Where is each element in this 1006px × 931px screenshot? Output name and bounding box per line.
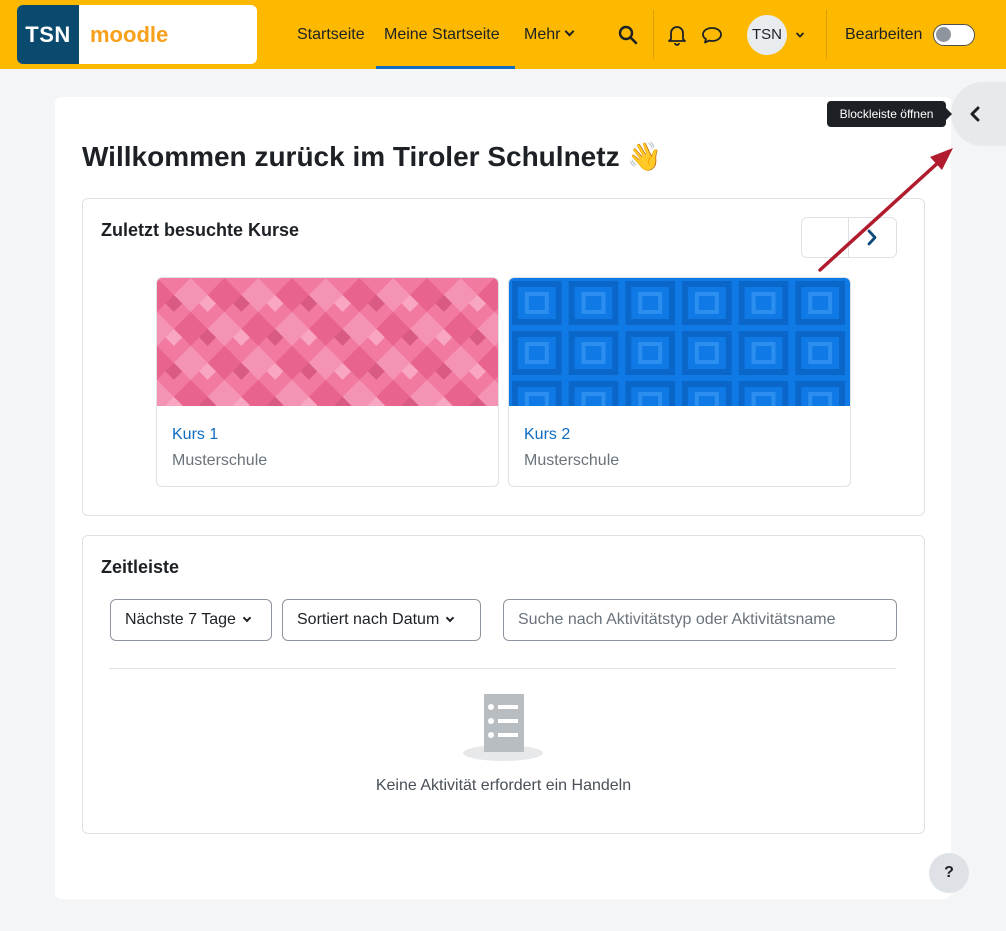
site-logo[interactable]: TSN moodle [17,5,257,64]
top-navbar: TSN moodle Startseite Meine Startseite M… [0,0,1006,69]
edit-mode-toggle[interactable] [933,24,975,46]
user-avatar[interactable]: TSN [747,15,787,55]
help-button[interactable]: ? [929,853,969,893]
course-image-pattern[interactable] [509,278,850,406]
search-icon[interactable] [618,25,638,45]
recent-courses-title: Zuletzt besuchte Kurse [101,220,300,240]
user-menu-chevron-icon[interactable] [795,31,805,39]
nav-dashboard-link[interactable]: Meine Startseite [384,0,500,69]
timeline-search-input[interactable] [503,599,897,641]
course-name-link[interactable]: Kurs 1 [172,426,218,444]
course-image-pattern[interactable] [157,278,498,406]
course-category: Musterschule [524,452,620,469]
sort-value: Sortiert nach Datum [297,611,440,628]
nav-active-indicator [376,66,515,69]
drawer-tooltip: Blockleiste öffnen [827,101,946,127]
divider [109,668,896,669]
nav-separator [826,10,827,59]
nav-separator [653,10,654,59]
chevron-down-icon [565,26,575,37]
timeline-title: Zeitleiste [101,557,180,577]
logo-tsn-text: TSN [17,5,79,64]
course-name-link[interactable]: Kurs 2 [524,426,570,444]
chevron-down-icon [242,613,252,623]
logo-moodle-text: moodle [90,22,169,47]
empty-list-icon [463,694,543,761]
annotation-arrow-icon [818,148,953,272]
course-card[interactable]: Kurs 1 Musterschule [156,277,499,487]
toggle-knob [936,27,951,42]
empty-timeline-message: Keine Aktivität erfordert ein Handeln [375,777,632,794]
nav-home-link[interactable]: Startseite [297,0,365,69]
nav-more-menu[interactable]: Mehr [524,0,575,69]
edit-mode-label: Bearbeiten [845,26,923,43]
day-filter-value: Nächste 7 Tage [125,611,236,628]
course-card[interactable]: Kurs 2 Musterschule [508,277,851,487]
tooltip-arrow [946,108,952,120]
nav-more-label: Mehr [524,26,561,43]
chat-bubble-icon[interactable] [701,25,723,45]
timeline-day-filter[interactable]: Nächste 7 Tage [110,599,272,641]
chevron-down-icon [446,613,455,623]
page-title: Willkommen zurück im Tiroler Schulnetz 👋 [82,141,663,172]
block-drawer-toggle[interactable] [951,82,1006,146]
timeline-sort-select[interactable]: Sortiert nach Datum [282,599,481,641]
chevron-left-icon [970,106,980,122]
course-category: Musterschule [172,452,268,469]
bell-icon[interactable] [667,24,687,46]
